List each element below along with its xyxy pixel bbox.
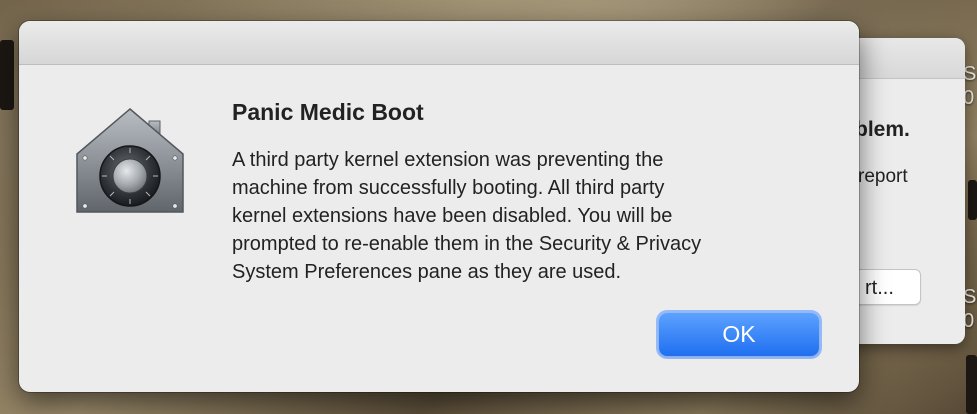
desktop-detail [966,355,977,414]
alert-message: A third party kernel extension was preve… [232,149,702,283]
security-lock-house-icon [73,106,187,218]
alert-titlebar[interactable] [19,21,859,65]
desktop-icon-label-bottom[interactable]: Sc 0 [963,285,977,333]
desktop-icon-label-top[interactable]: Sc 0 [963,62,977,110]
desktop-detail [968,180,977,220]
background-window-text: report [858,166,908,187]
ok-button[interactable]: OK [659,313,819,356]
alert-title: Panic Medic Boot [232,99,424,125]
background-window-heading: blem. [855,118,910,141]
desktop-detail [0,40,14,110]
alert-dialog: Panic Medic Boot A third party kernel ex… [19,21,859,392]
background-window-button[interactable]: rt... [850,269,921,305]
